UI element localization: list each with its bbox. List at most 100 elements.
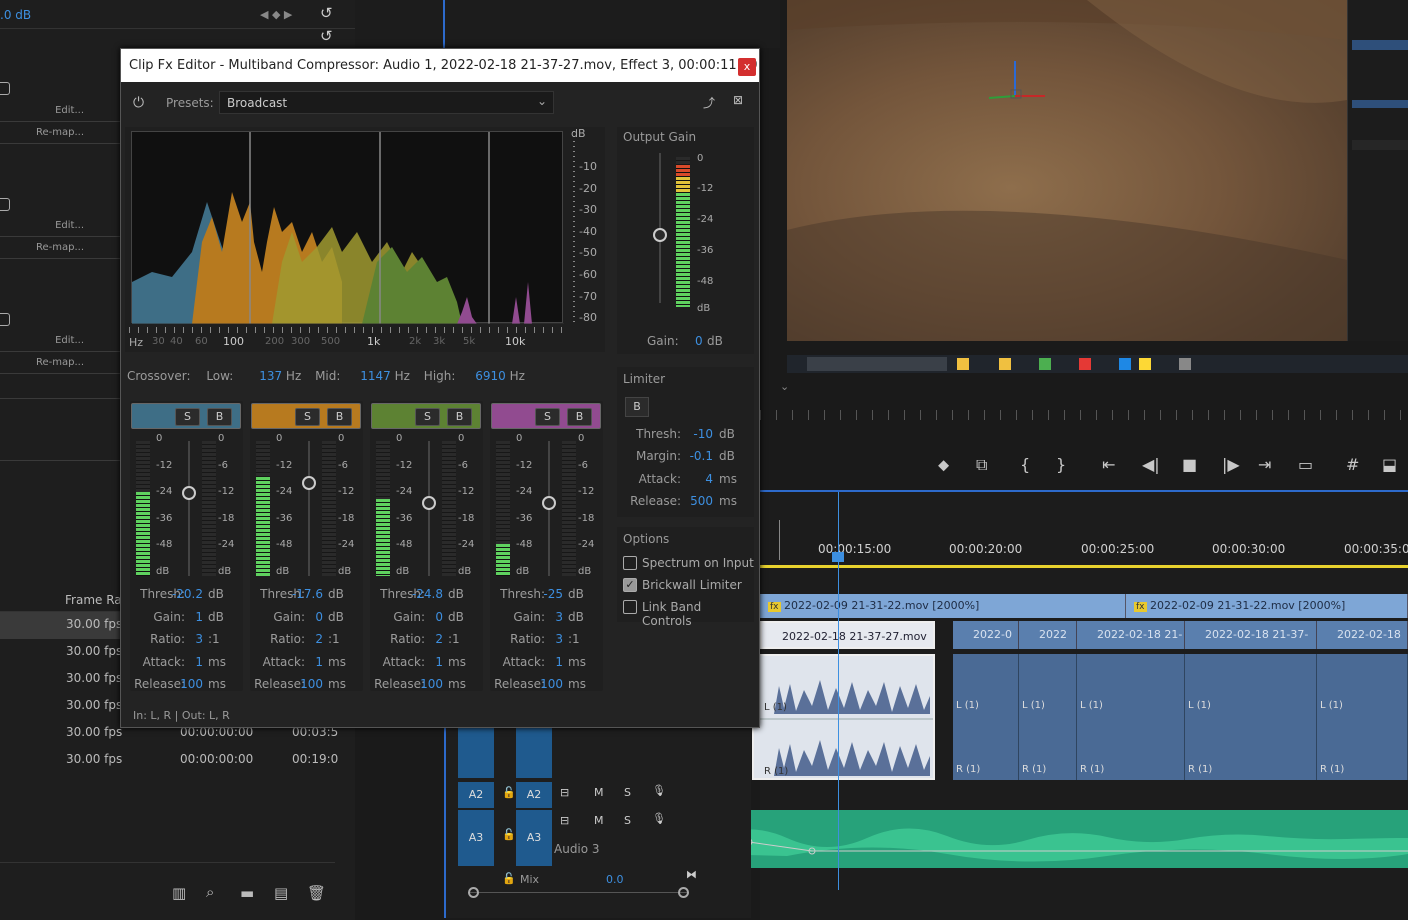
microphone-icon[interactable]: 🎙 xyxy=(652,812,666,825)
gain-value[interactable]: 1 xyxy=(195,610,203,624)
threshold-track[interactable] xyxy=(308,441,310,576)
step-back-icon[interactable]: ◀| xyxy=(1142,455,1160,474)
clip-v1[interactable]: 2022-02-18 21-37-27 xyxy=(1185,621,1317,669)
taskbar-app-icon[interactable] xyxy=(999,358,1011,370)
thresh-value[interactable]: -24.8 xyxy=(412,587,443,601)
zoom-scrollbar[interactable] xyxy=(468,892,688,893)
solo-button[interactable]: S xyxy=(415,408,440,426)
selected-row[interactable] xyxy=(1352,40,1408,50)
clip-v2[interactable]: fx 2022-02-09 21-31-22.mov [2000%] xyxy=(1126,594,1408,618)
power-icon[interactable]: ⏻ xyxy=(133,95,144,111)
folder-icon[interactable]: ▬ xyxy=(240,884,254,902)
limiter-thresh-value[interactable]: -10 xyxy=(693,427,713,441)
selected-row[interactable] xyxy=(1352,100,1408,108)
high-value[interactable]: 6910 xyxy=(475,369,506,383)
release-value[interactable]: 100 xyxy=(420,677,443,691)
new-item-icon[interactable]: ▤ xyxy=(274,884,288,902)
sync-icon[interactable]: ⊟ xyxy=(560,814,569,827)
brickwall-limiter-label[interactable]: Brickwall Limiter xyxy=(642,578,742,592)
bypass-button[interactable]: B xyxy=(207,408,232,426)
mute-button[interactable]: M xyxy=(594,814,604,827)
attack-value[interactable]: 1 xyxy=(195,655,203,669)
spectrum-on-input-label[interactable]: Spectrum on Input xyxy=(642,556,754,570)
track-a2-source[interactable]: A2 xyxy=(458,782,494,808)
remap-button[interactable]: Re-map... xyxy=(0,122,120,144)
solo-button[interactable]: S xyxy=(295,408,320,426)
threshold-knob[interactable] xyxy=(542,496,556,510)
output-gain-knob[interactable] xyxy=(653,228,667,242)
edit-button[interactable]: Edit... xyxy=(0,330,120,352)
release-value[interactable]: 100 xyxy=(300,677,323,691)
go-to-out-point-icon[interactable]: ⇥ xyxy=(1258,455,1271,474)
audio-clip[interactable]: L (1) R (1) xyxy=(1077,654,1185,780)
mid-value[interactable]: 1147 xyxy=(360,369,391,383)
presets-dropdown[interactable]: Broadcast ⌄ xyxy=(219,91,554,114)
taskbar-app-icon[interactable] xyxy=(957,358,969,370)
audio-3-clip[interactable]: fx xyxy=(707,810,1408,868)
solo-button[interactable]: S xyxy=(535,408,560,426)
track-a3-source[interactable]: A3 xyxy=(458,810,494,866)
thresh-value[interactable]: -20.2 xyxy=(172,587,203,601)
taskbar-app-icon[interactable] xyxy=(1039,358,1051,370)
ratio-value[interactable]: 3 xyxy=(195,632,203,646)
ratio-value[interactable]: 2 xyxy=(435,632,443,646)
mark-in-icon[interactable]: { xyxy=(1020,455,1030,474)
reset-icon[interactable]: ↺ xyxy=(320,4,333,22)
clip-v1[interactable]: 2022-02-18 21- xyxy=(1077,621,1185,649)
taskbar-app-icon[interactable] xyxy=(1179,358,1191,370)
gain-value[interactable]: 0 xyxy=(695,334,703,348)
mark-out-icon[interactable]: } xyxy=(1056,455,1066,474)
checkbox[interactable] xyxy=(0,313,10,326)
limiter-bypass-button[interactable]: B xyxy=(625,397,649,417)
work-area-bar[interactable] xyxy=(760,565,1408,568)
threshold-knob[interactable] xyxy=(182,486,196,500)
edit-button[interactable]: Edit... xyxy=(0,215,120,237)
solo-button[interactable]: S xyxy=(175,408,200,426)
grid-icon[interactable]: # xyxy=(1346,455,1359,474)
taskbar-app-icon[interactable] xyxy=(1119,358,1131,370)
track-a2-target[interactable]: A2 xyxy=(516,782,552,808)
scroll-handle[interactable] xyxy=(468,887,479,898)
release-value[interactable]: 100 xyxy=(540,677,563,691)
audio-clip[interactable]: L (1) R (1) xyxy=(953,654,1019,780)
microphone-icon[interactable]: 🎙 xyxy=(652,784,666,797)
bypass-button[interactable]: B xyxy=(327,408,352,426)
clip-v1-selected[interactable]: 2022-02-18 21-37-27.mov [V] xyxy=(760,621,935,671)
ratio-value[interactable]: 2 xyxy=(315,632,323,646)
remap-button[interactable]: Re-map... xyxy=(0,352,120,374)
thresh-value[interactable]: -17.6 xyxy=(292,587,323,601)
audio-clip[interactable]: L (1) R (1) xyxy=(1317,654,1408,780)
delete-preset-icon[interactable]: ⊠ xyxy=(733,93,743,107)
audio-clip[interactable]: L (1) R (1) xyxy=(1019,654,1077,780)
taskbar-app-icon[interactable] xyxy=(1079,358,1091,370)
spectrum-display[interactable] xyxy=(131,131,564,324)
checkbox[interactable] xyxy=(0,82,10,95)
clip-v1[interactable]: 2022-02-18 2 xyxy=(1317,621,1408,669)
track-source-patch[interactable] xyxy=(458,728,494,778)
gain-value[interactable]: 3 xyxy=(555,610,563,624)
lock-icon[interactable]: 🔓 xyxy=(502,872,516,885)
clip-v1[interactable]: 2022-0 xyxy=(953,621,1019,649)
limiter-release-value[interactable]: 500 xyxy=(690,494,713,508)
limiter-attack-value[interactable]: 4 xyxy=(705,472,713,486)
solo-button[interactable]: S xyxy=(624,814,631,827)
release-value[interactable]: 100 xyxy=(180,677,203,691)
step-forward-icon[interactable]: |▶ xyxy=(1222,455,1240,474)
clip-v2[interactable]: fx 2022-02-09 21-31-22.mov [2000%] xyxy=(760,594,1126,618)
scroll-handle[interactable] xyxy=(678,887,689,898)
edit-button[interactable]: Edit... xyxy=(0,100,120,122)
trash-icon[interactable]: 🗑 xyxy=(307,884,326,902)
threshold-knob[interactable] xyxy=(422,496,436,510)
reset-icon[interactable]: ↺ xyxy=(320,27,333,45)
save-preset-icon[interactable]: ⤴ xyxy=(703,94,715,111)
marker-icon[interactable]: ⬥ xyxy=(938,455,949,475)
attack-value[interactable]: 1 xyxy=(315,655,323,669)
threshold-track[interactable] xyxy=(188,441,190,576)
brickwall-limiter-checkbox[interactable]: ✓ xyxy=(623,578,637,592)
ratio-value[interactable]: 3 xyxy=(555,632,563,646)
mute-button[interactable]: M xyxy=(594,786,604,799)
bin-icon[interactable]: ▥ xyxy=(172,884,186,902)
threshold-knob[interactable] xyxy=(302,476,316,490)
safe-margins-icon[interactable]: ▭ xyxy=(1298,455,1313,474)
taskbar-search[interactable] xyxy=(807,357,947,371)
